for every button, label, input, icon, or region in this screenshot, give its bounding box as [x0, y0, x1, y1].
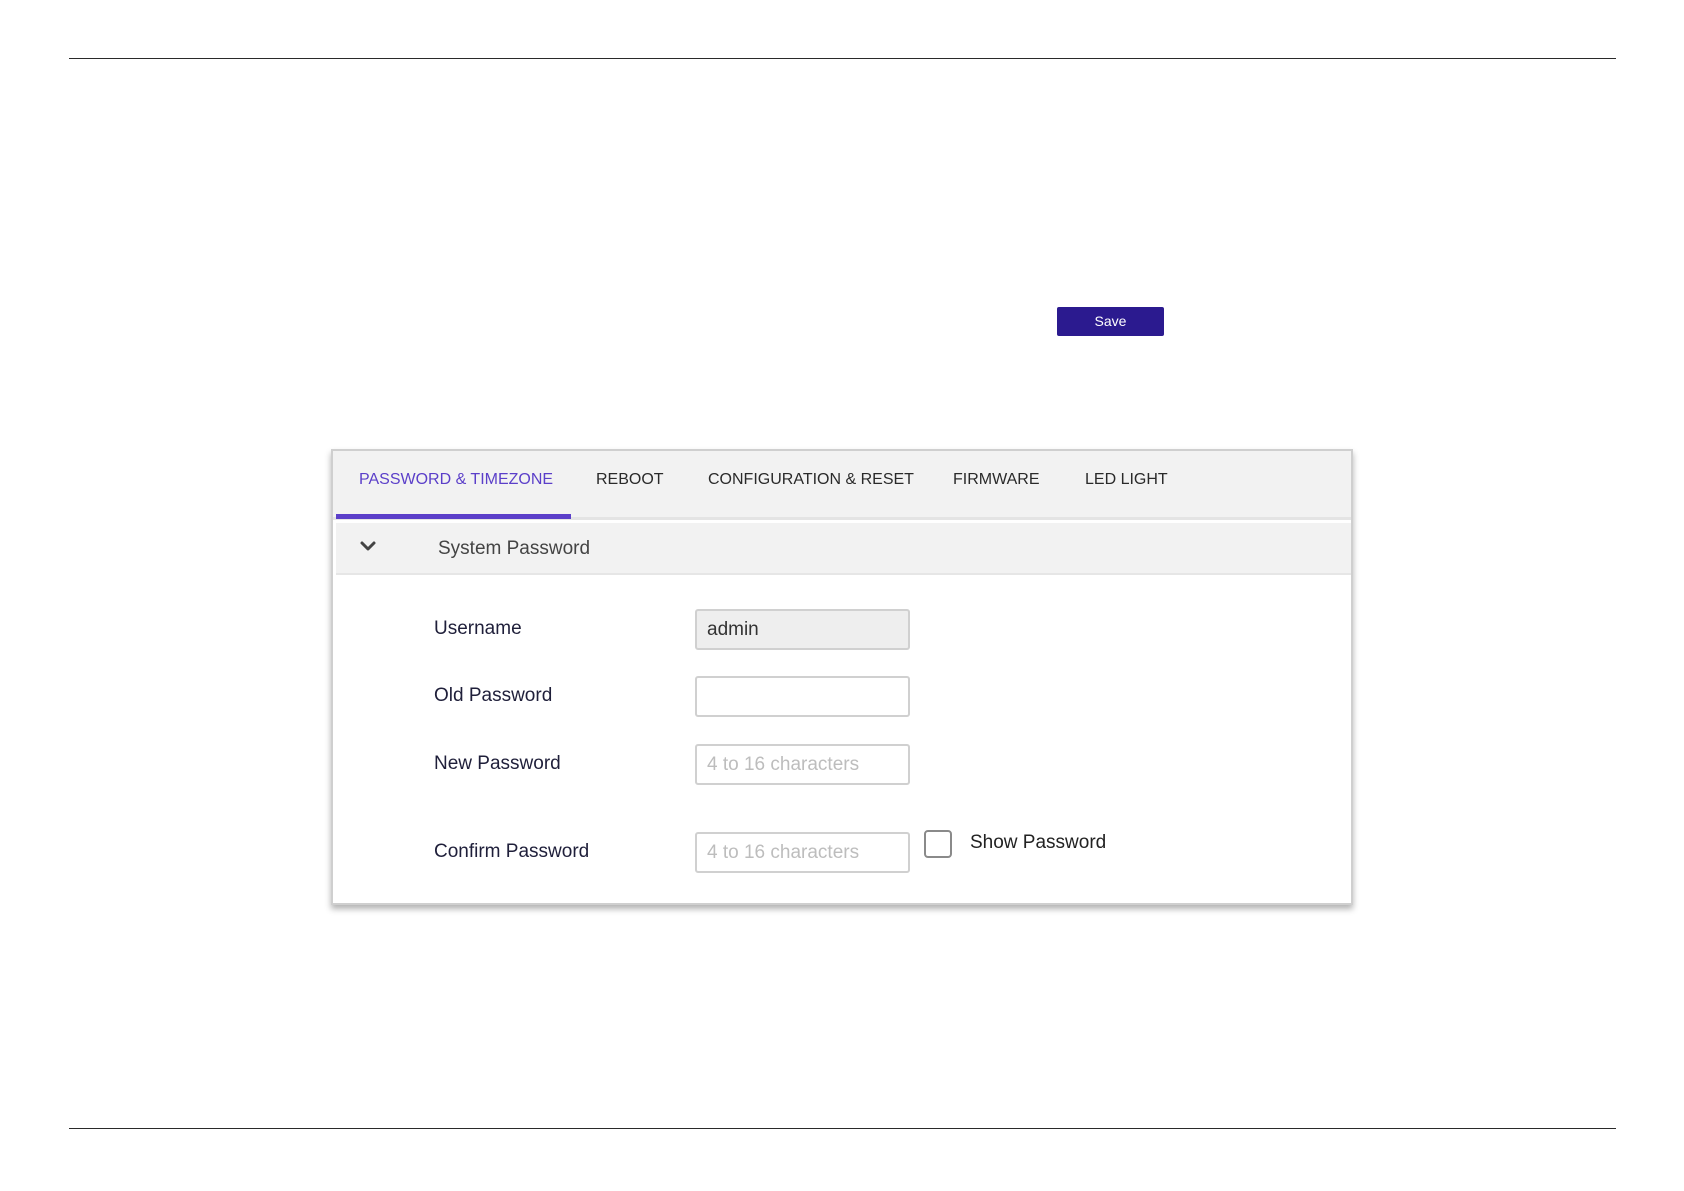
new-password-label: New Password — [434, 753, 561, 774]
tab-password-timezone[interactable]: PASSWORD & TIMEZONE — [359, 451, 553, 520]
system-password-section-header[interactable]: System Password — [336, 523, 1351, 575]
show-password-label[interactable]: Show Password — [970, 832, 1106, 854]
username-field[interactable] — [695, 609, 910, 650]
save-button[interactable]: Save — [1057, 307, 1164, 336]
settings-panel: PASSWORD & TIMEZONE REBOOT CONFIGURATION… — [331, 449, 1353, 905]
header-divider — [69, 58, 1616, 59]
show-password-checkbox[interactable] — [924, 830, 952, 858]
username-label: Username — [434, 618, 522, 639]
footer-divider — [69, 1128, 1616, 1129]
confirm-password-field[interactable] — [695, 832, 910, 873]
active-tab-indicator — [336, 514, 571, 519]
page: Save PASSWORD & TIMEZONE REBOOT CONFIGUR… — [0, 0, 1684, 1191]
chevron-down-icon[interactable] — [358, 536, 378, 556]
new-password-field[interactable] — [695, 744, 910, 785]
tab-firmware[interactable]: FIRMWARE — [953, 451, 1040, 520]
tab-bar: PASSWORD & TIMEZONE REBOOT CONFIGURATION… — [333, 451, 1351, 520]
old-password-field[interactable] — [695, 676, 910, 717]
tab-led-light[interactable]: LED LIGHT — [1085, 451, 1168, 520]
tab-configuration-reset[interactable]: CONFIGURATION & RESET — [708, 451, 914, 520]
section-title: System Password — [438, 538, 591, 559]
tab-reboot[interactable]: REBOOT — [596, 451, 664, 520]
confirm-password-label: Confirm Password — [434, 841, 590, 862]
old-password-label: Old Password — [434, 685, 553, 706]
